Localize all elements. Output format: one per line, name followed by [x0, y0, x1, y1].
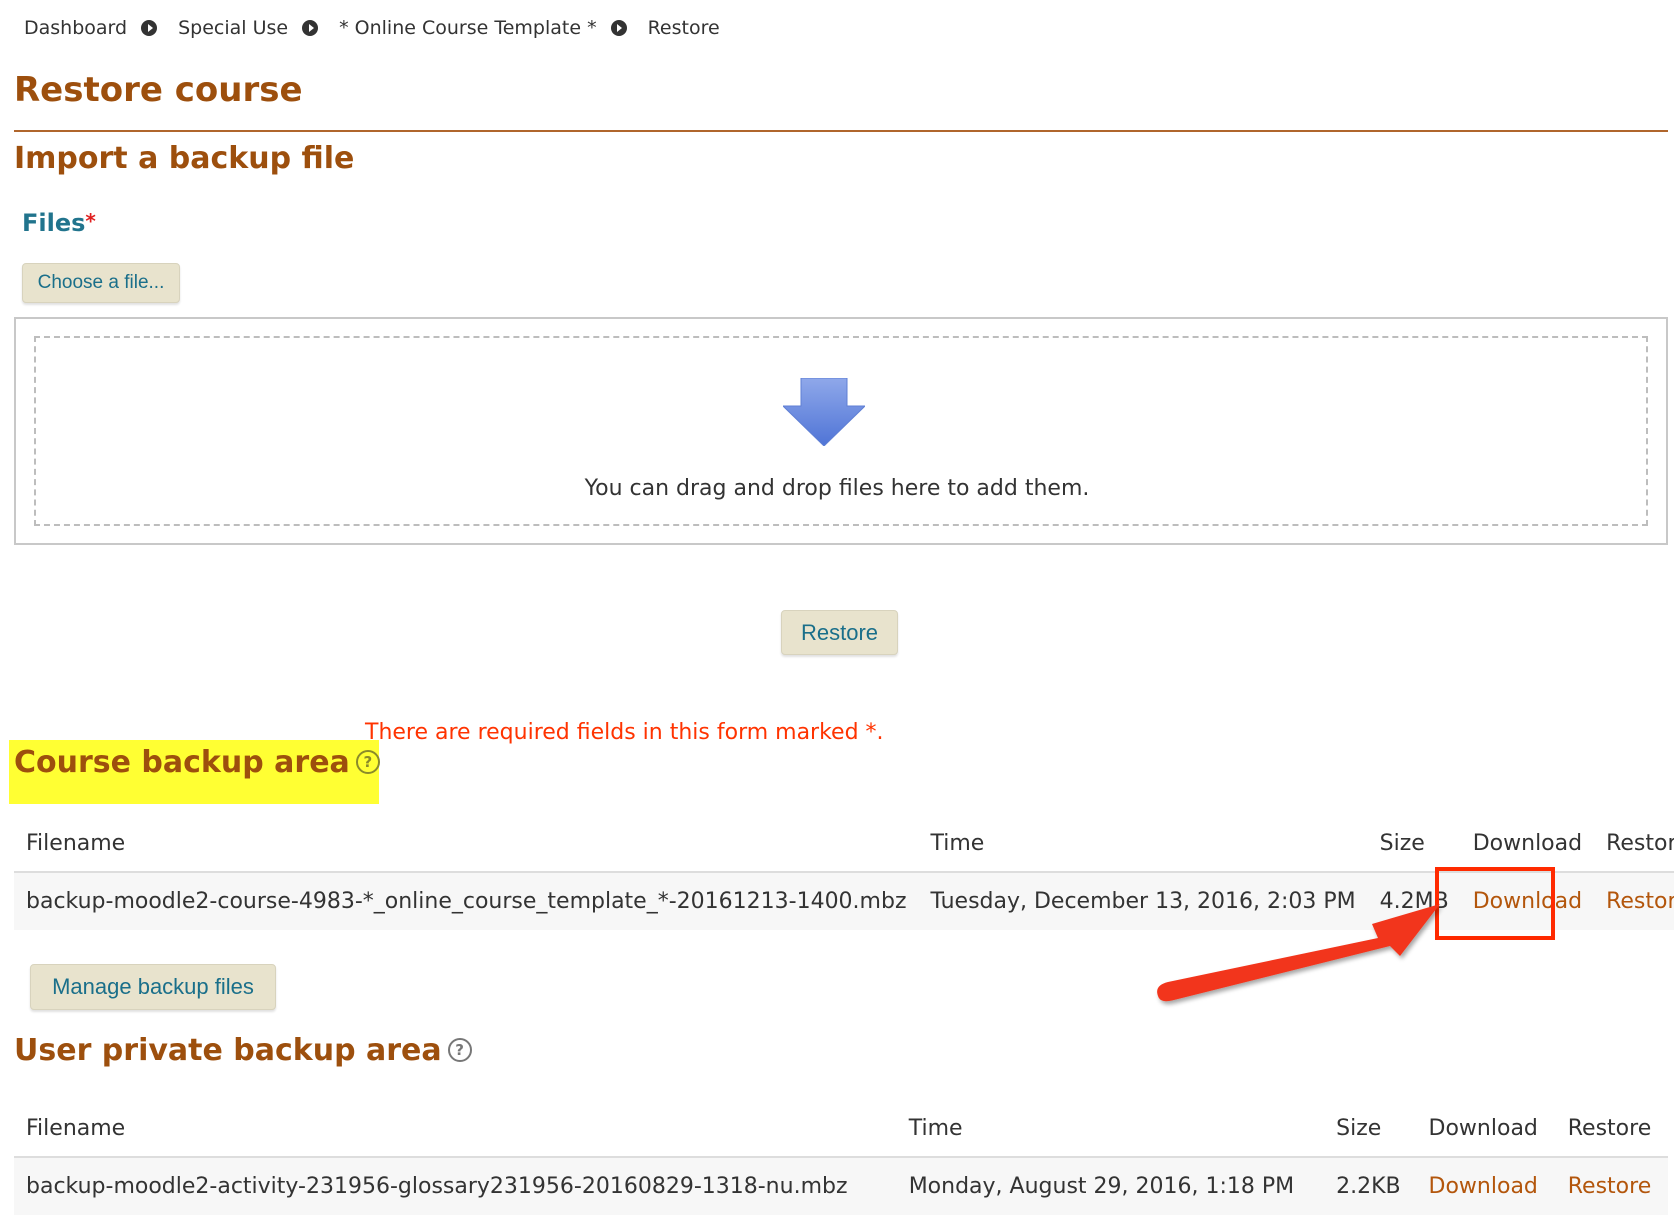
table-header-row: Filename Time Size Download Restore [14, 1101, 1668, 1158]
column-size: Size [1367, 816, 1461, 873]
restore-link[interactable]: Restore [1594, 872, 1674, 930]
red-arrow-annotation [1157, 904, 1440, 1002]
column-download: Download [1460, 816, 1595, 873]
files-label: Files* [22, 209, 96, 237]
arrow-down-icon [783, 378, 865, 446]
table-header-row: Filename Time Size Download Restore [14, 816, 1674, 873]
files-label-text: Files [22, 209, 86, 237]
breadcrumb-restore: Restore [647, 17, 720, 39]
page-title: Restore course [14, 70, 303, 110]
required-marker: * [85, 209, 96, 233]
help-icon[interactable]: ? [447, 1037, 472, 1062]
choose-file-button[interactable]: Choose a file... [22, 263, 180, 303]
course-backup-heading-text: Course backup area [14, 745, 350, 780]
help-icon[interactable]: ? [355, 749, 380, 774]
required-fields-note: There are required fields in this form m… [365, 720, 884, 745]
user-backup-heading: User private backup area? [14, 1033, 472, 1068]
breadcrumb: Dashboard Special Use * Online Course Te… [24, 17, 720, 39]
column-filename: Filename [14, 816, 919, 873]
restore-submit-button[interactable]: Restore [781, 610, 898, 655]
breadcrumb-special-use[interactable]: Special Use [178, 17, 288, 39]
column-restore: Restore [1555, 1101, 1668, 1158]
chevron-right-circle-icon [610, 20, 627, 36]
column-filename: Filename [14, 1101, 897, 1158]
course-backup-heading: Course backup area? [14, 745, 380, 780]
breadcrumb-course[interactable]: * Online Course Template * [339, 17, 596, 39]
chevron-right-circle-icon [302, 20, 319, 36]
column-restore: Restore [1594, 816, 1674, 873]
column-time: Time [896, 1101, 1325, 1158]
column-size: Size [1324, 1101, 1417, 1158]
download-link[interactable]: Download [1416, 1157, 1556, 1215]
dropzone-message: You can drag and drop files here to add … [0, 476, 1674, 501]
filename-cell: backup-moodle2-course-4983-*_online_cour… [14, 872, 919, 930]
table-row: backup-moodle2-activity-231956-glossary2… [14, 1157, 1668, 1215]
column-time: Time [918, 816, 1368, 873]
manage-backup-files-button[interactable]: Manage backup files [30, 964, 276, 1010]
size-cell: 2.2KB [1324, 1157, 1417, 1215]
dropzone-message-text: You can drag and drop files here to add … [584, 476, 1090, 501]
filename-cell: backup-moodle2-activity-231956-glossary2… [14, 1157, 897, 1215]
title-divider [14, 130, 1668, 132]
import-backup-heading: Import a backup file [14, 141, 355, 176]
user-backup-heading-text: User private backup area [14, 1033, 442, 1068]
breadcrumb-dashboard[interactable]: Dashboard [24, 17, 127, 39]
time-cell: Monday, August 29, 2016, 1:18 PM [896, 1157, 1325, 1215]
column-download: Download [1416, 1101, 1556, 1158]
user-backup-table: Filename Time Size Download Restore back… [14, 1101, 1668, 1215]
chevron-right-circle-icon [141, 20, 158, 36]
restore-link[interactable]: Restore [1555, 1157, 1668, 1215]
